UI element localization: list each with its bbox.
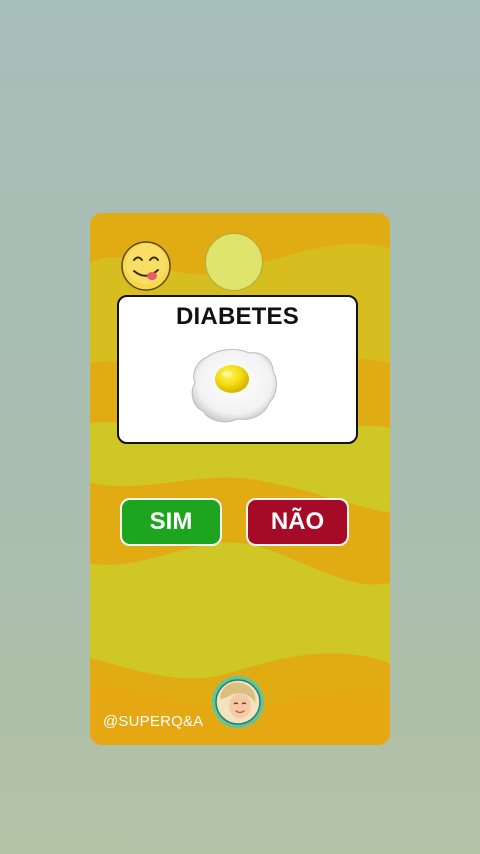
no-button[interactable]: NÃO bbox=[246, 498, 349, 546]
timer-circle bbox=[205, 233, 263, 291]
channel-watermark: @SUPERQ&A bbox=[103, 713, 204, 730]
question-panel: DIABETES bbox=[117, 295, 358, 444]
yes-button[interactable]: SIM bbox=[120, 498, 222, 546]
fried-egg-image bbox=[191, 349, 277, 423]
quiz-card: DIABETES SIM NÃO @SUPERQ&A bbox=[90, 213, 390, 745]
question-title: DIABETES bbox=[176, 303, 299, 330]
mascot-avatar-icon bbox=[212, 676, 264, 728]
yum-face-emoji-icon bbox=[121, 241, 171, 291]
card-wave-background bbox=[90, 213, 390, 745]
